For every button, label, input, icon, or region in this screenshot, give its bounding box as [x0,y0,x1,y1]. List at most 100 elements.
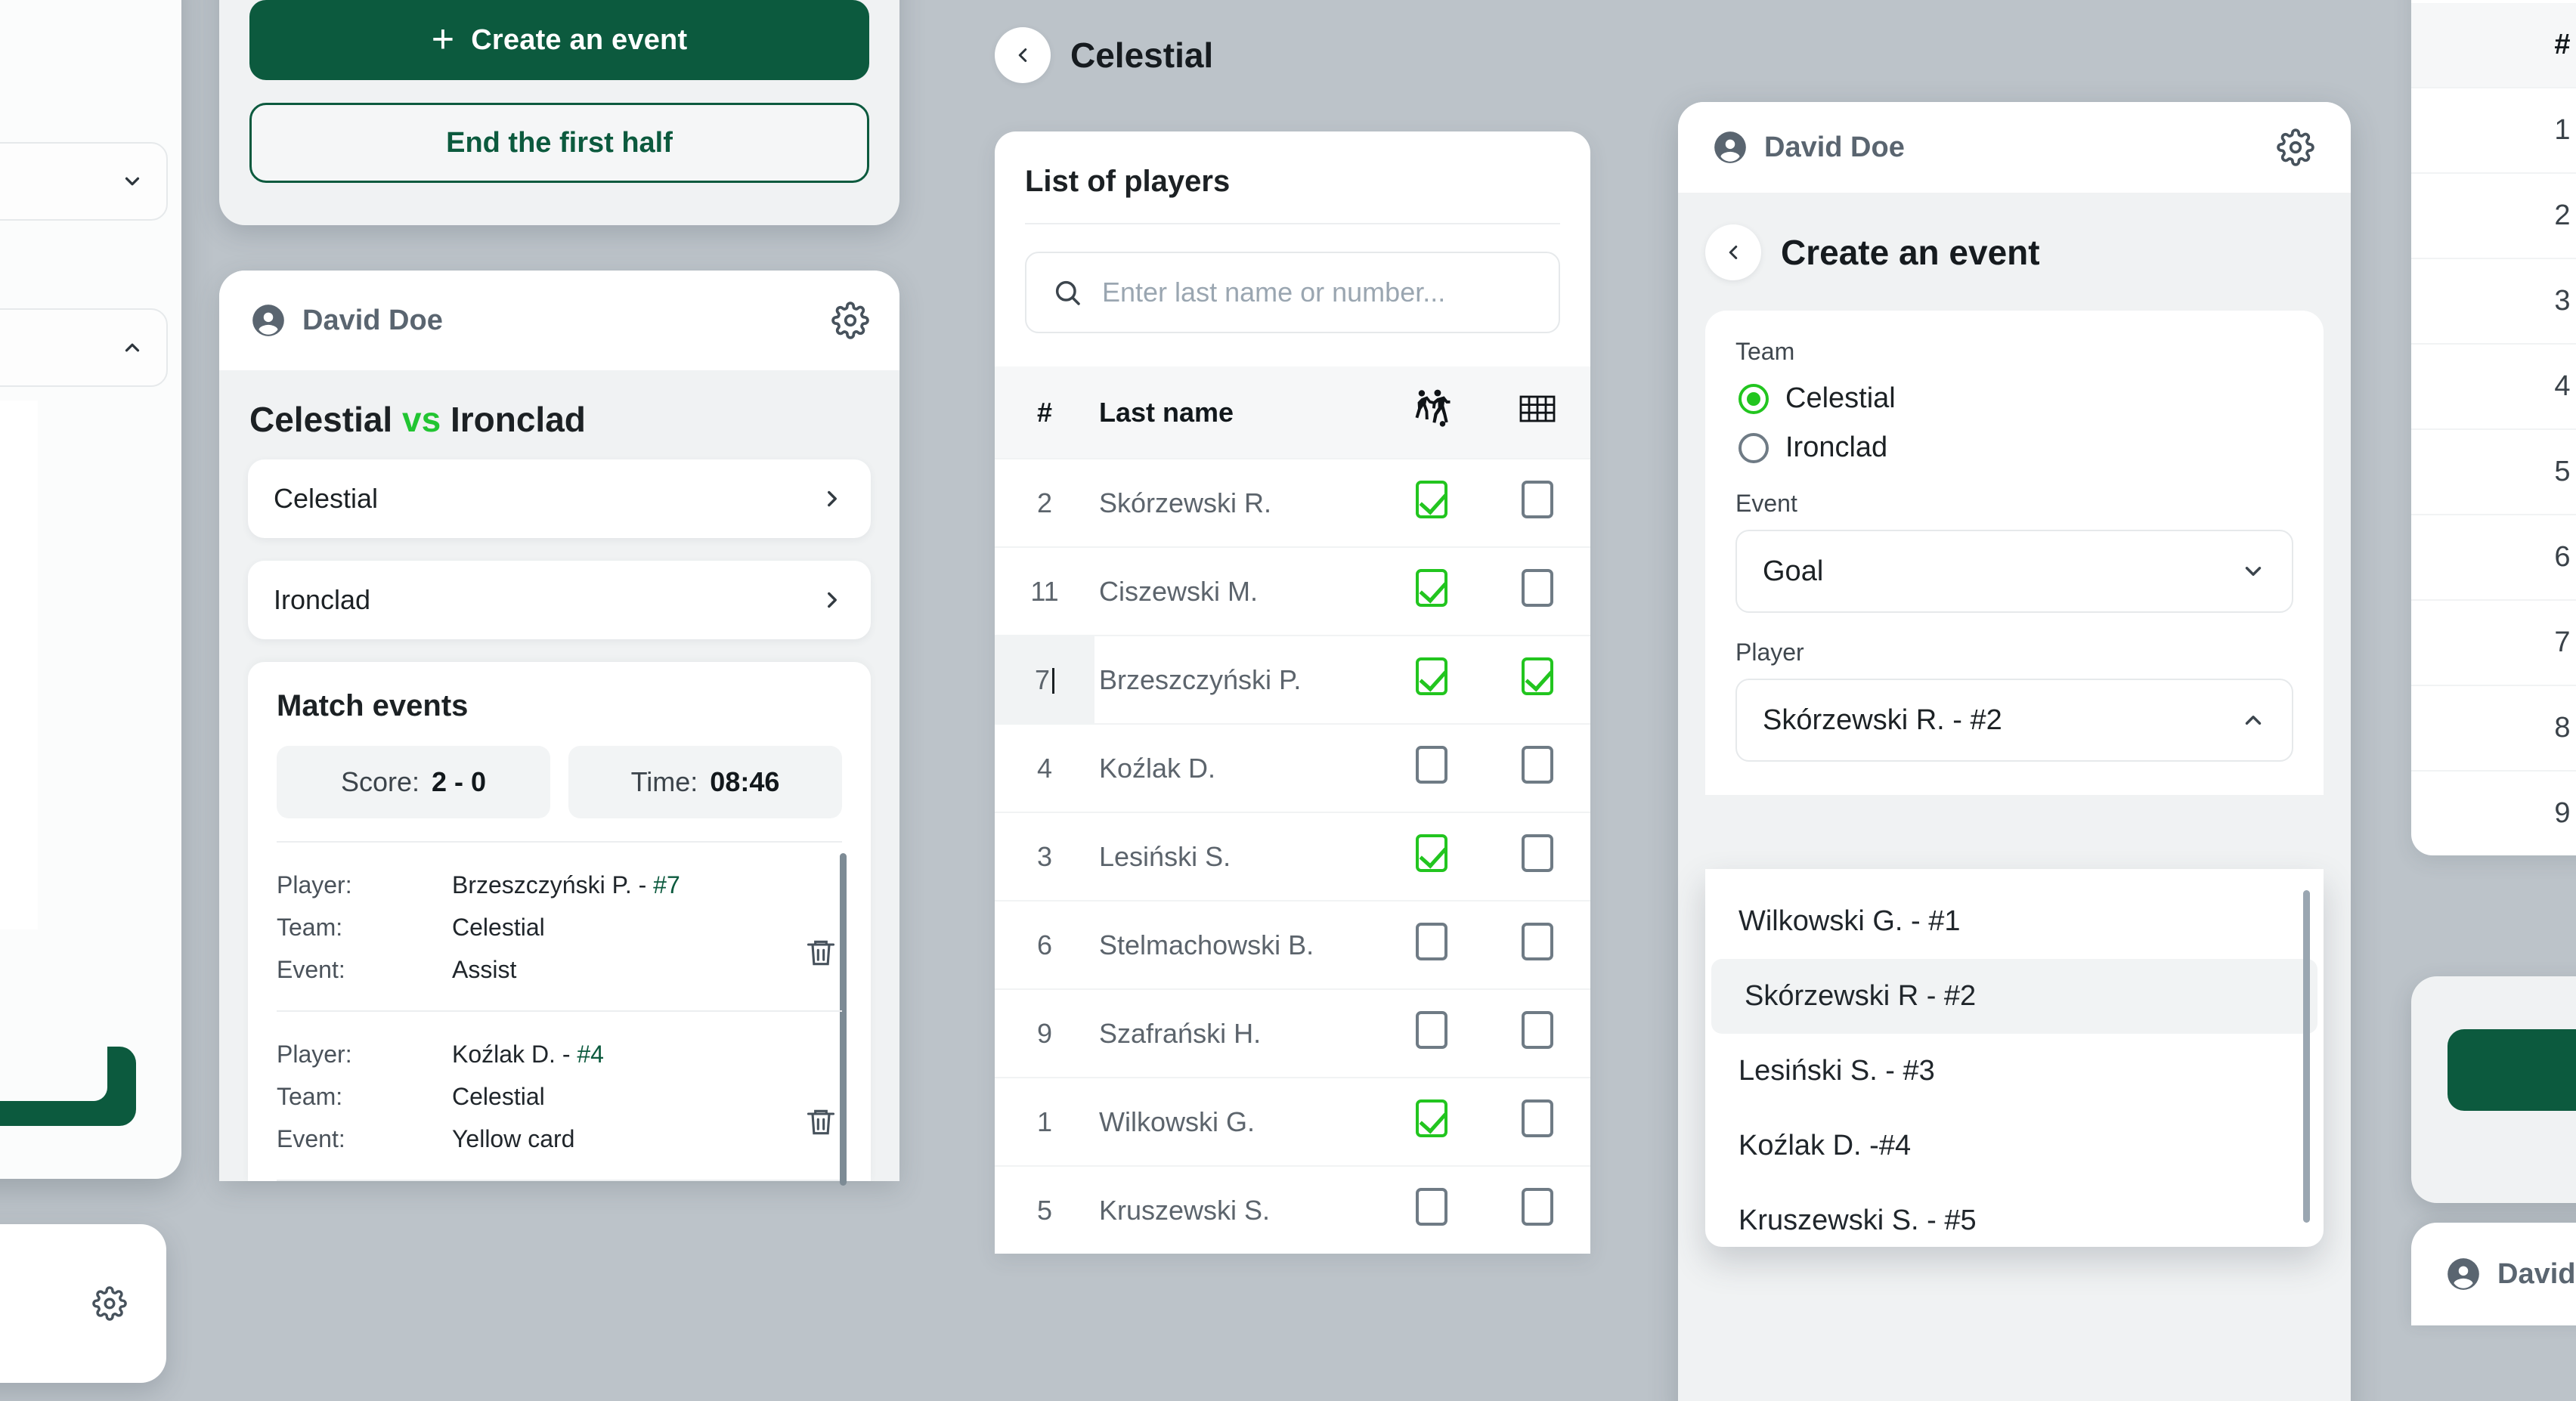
table-row[interactable]: 2Skórzewski R. [995,459,1590,547]
score-pill: Score: 2 - 0 [277,746,550,818]
player-number-cell[interactable]: 7 [995,636,1094,724]
far-right-row[interactable]: 4 [2411,343,2576,428]
far-right-row[interactable]: 9 [2411,770,2576,855]
player-dropdown-option[interactable]: Kruszewski S. - #5 [1705,1183,2324,1247]
on-pitch-checkbox-cell[interactable] [1379,1166,1485,1254]
time-label: Time: [631,766,698,798]
left-user-name: David Doe [302,305,443,337]
far-right-row[interactable]: 7 [2411,599,2576,685]
player-name-cell: Ciszewski M. [1094,547,1379,636]
table-row[interactable]: 9Szafrański H. [995,989,1590,1078]
goal-checkbox-cell[interactable] [1485,812,1590,901]
search-input[interactable] [1102,277,1533,308]
goal-checkbox-cell[interactable] [1485,547,1590,636]
player-dropdown-option[interactable]: Skórzewski R - #2 [1711,959,2317,1034]
player-number-cell[interactable]: 6 [995,901,1094,989]
goal-checkbox-cell[interactable] [1485,1078,1590,1166]
player-number-cell[interactable]: 5 [995,1166,1094,1254]
table-row[interactable]: 7Brzeszczyński P. [995,636,1590,724]
match-event-item: Player:Brzeszczyński P. - #7 Team:Celest… [277,843,842,1010]
match-away-team: Ironclad [450,400,586,439]
player-number-cell[interactable]: 9 [995,989,1094,1078]
chevron-left-icon [1011,44,1034,66]
radio-ironclad[interactable]: Ironclad [1738,431,2293,464]
table-row[interactable]: 5Kruszewski S. [995,1166,1590,1254]
table-row[interactable]: 1Wilkowski G. [995,1078,1590,1166]
player-select[interactable]: Skórzewski R. - #2 [1735,679,2293,762]
player-dropdown-option[interactable]: Koźlak D. -#4 [1705,1109,2324,1183]
goal-checkbox-cell[interactable] [1485,636,1590,724]
th-on-pitch [1379,366,1485,459]
create-event-button[interactable]: + Create an event [249,0,869,80]
gear-icon[interactable] [2277,128,2317,166]
back-button[interactable] [1705,224,1761,280]
radio-celestial[interactable]: Celestial [1738,382,2293,415]
chevron-right-icon [819,587,845,613]
on-pitch-checkbox-cell[interactable] [1379,636,1485,724]
player-dropdown-option[interactable]: Wilkowski G. - #1 [1705,884,2324,959]
player-dropdown[interactable]: Wilkowski G. - #1Skórzewski R - #2Lesińs… [1705,869,2324,1247]
back-button[interactable] [995,27,1051,83]
on-pitch-checkbox-cell[interactable] [1379,724,1485,812]
event-select[interactable]: Goal [1735,530,2293,613]
far-left-collapsed-select-2[interactable] [0,308,168,387]
checkbox-checked-icon [1416,481,1447,518]
checkbox-unchecked-icon [1522,1099,1553,1137]
player-number-cell[interactable]: 4 [995,724,1094,812]
player-dropdown-option[interactable]: Lesiński S. - #3 [1705,1034,2324,1109]
far-left-collapsed-select-1[interactable] [0,142,168,221]
gear-icon[interactable] [831,302,869,339]
table-row[interactable]: 11Ciszewski M. [995,547,1590,636]
event-type-label: Event: [277,948,452,991]
player-name-cell: Stelmachowski B. [1094,901,1379,989]
player-number-cell[interactable]: 2 [995,459,1094,547]
on-pitch-checkbox-cell[interactable] [1379,812,1485,901]
goal-checkbox-cell[interactable] [1485,724,1590,812]
team-row-ironclad[interactable]: Ironclad [248,561,871,639]
app-root: + Create an event End the first half Dav… [0,0,2576,1401]
player-number-cell[interactable]: 11 [995,547,1094,636]
player-number-cell[interactable]: 1 [995,1078,1094,1166]
far-right-row[interactable]: 8 [2411,685,2576,770]
right-column: David Doe Create an event Team Ce [1678,102,2351,1401]
gear-icon[interactable] [92,1286,127,1321]
event-team-value: Celestial [452,1075,545,1118]
player-dropdown-scrollbar[interactable] [2303,890,2310,1223]
chevron-up-icon [2240,707,2266,733]
player-search-box[interactable] [1025,252,1560,333]
checkbox-unchecked-icon [1416,1188,1447,1226]
far-right-row[interactable]: 1 [2411,87,2576,172]
goal-checkbox-cell[interactable] [1485,1166,1590,1254]
on-pitch-checkbox-cell[interactable] [1379,1078,1485,1166]
far-right-primary-button[interactable] [2448,1029,2576,1111]
team-row-celestial[interactable]: Celestial [248,459,871,538]
delete-event-button[interactable] [804,936,838,970]
far-right-row[interactable]: 5 [2411,428,2576,514]
player-field-label: Player [1735,639,2293,666]
match-events-heading: Match events [277,689,842,723]
on-pitch-checkbox-cell[interactable] [1379,901,1485,989]
checkbox-unchecked-icon [1416,923,1447,960]
far-right-th-number: # [2411,3,2576,87]
far-right-row[interactable]: 6 [2411,514,2576,599]
search-icon [1052,277,1082,308]
table-row[interactable]: 6Stelmachowski B. [995,901,1590,989]
table-row[interactable]: 4Koźlak D. [995,724,1590,812]
far-right-row[interactable]: 3 [2411,258,2576,343]
end-first-half-button[interactable]: End the first half [249,103,869,183]
on-pitch-checkbox-cell[interactable] [1379,989,1485,1078]
far-right-row[interactable]: 2 [2411,172,2576,258]
on-pitch-checkbox-cell[interactable] [1379,459,1485,547]
goal-checkbox-cell[interactable] [1485,459,1590,547]
far-left-bottom-panel [0,1224,166,1383]
goal-checkbox-cell[interactable] [1485,901,1590,989]
goal-checkbox-cell[interactable] [1485,989,1590,1078]
middle-header: Celestial [968,0,1618,83]
middle-column: Celestial List of players # Last name [968,0,1618,1401]
player-name-cell: Kruszewski S. [1094,1166,1379,1254]
on-pitch-checkbox-cell[interactable] [1379,547,1485,636]
player-number-cell[interactable]: 3 [995,812,1094,901]
table-row[interactable]: 3Lesiński S. [995,812,1590,901]
player-name-cell: Skórzewski R. [1094,459,1379,547]
delete-event-button[interactable] [804,1106,838,1139]
